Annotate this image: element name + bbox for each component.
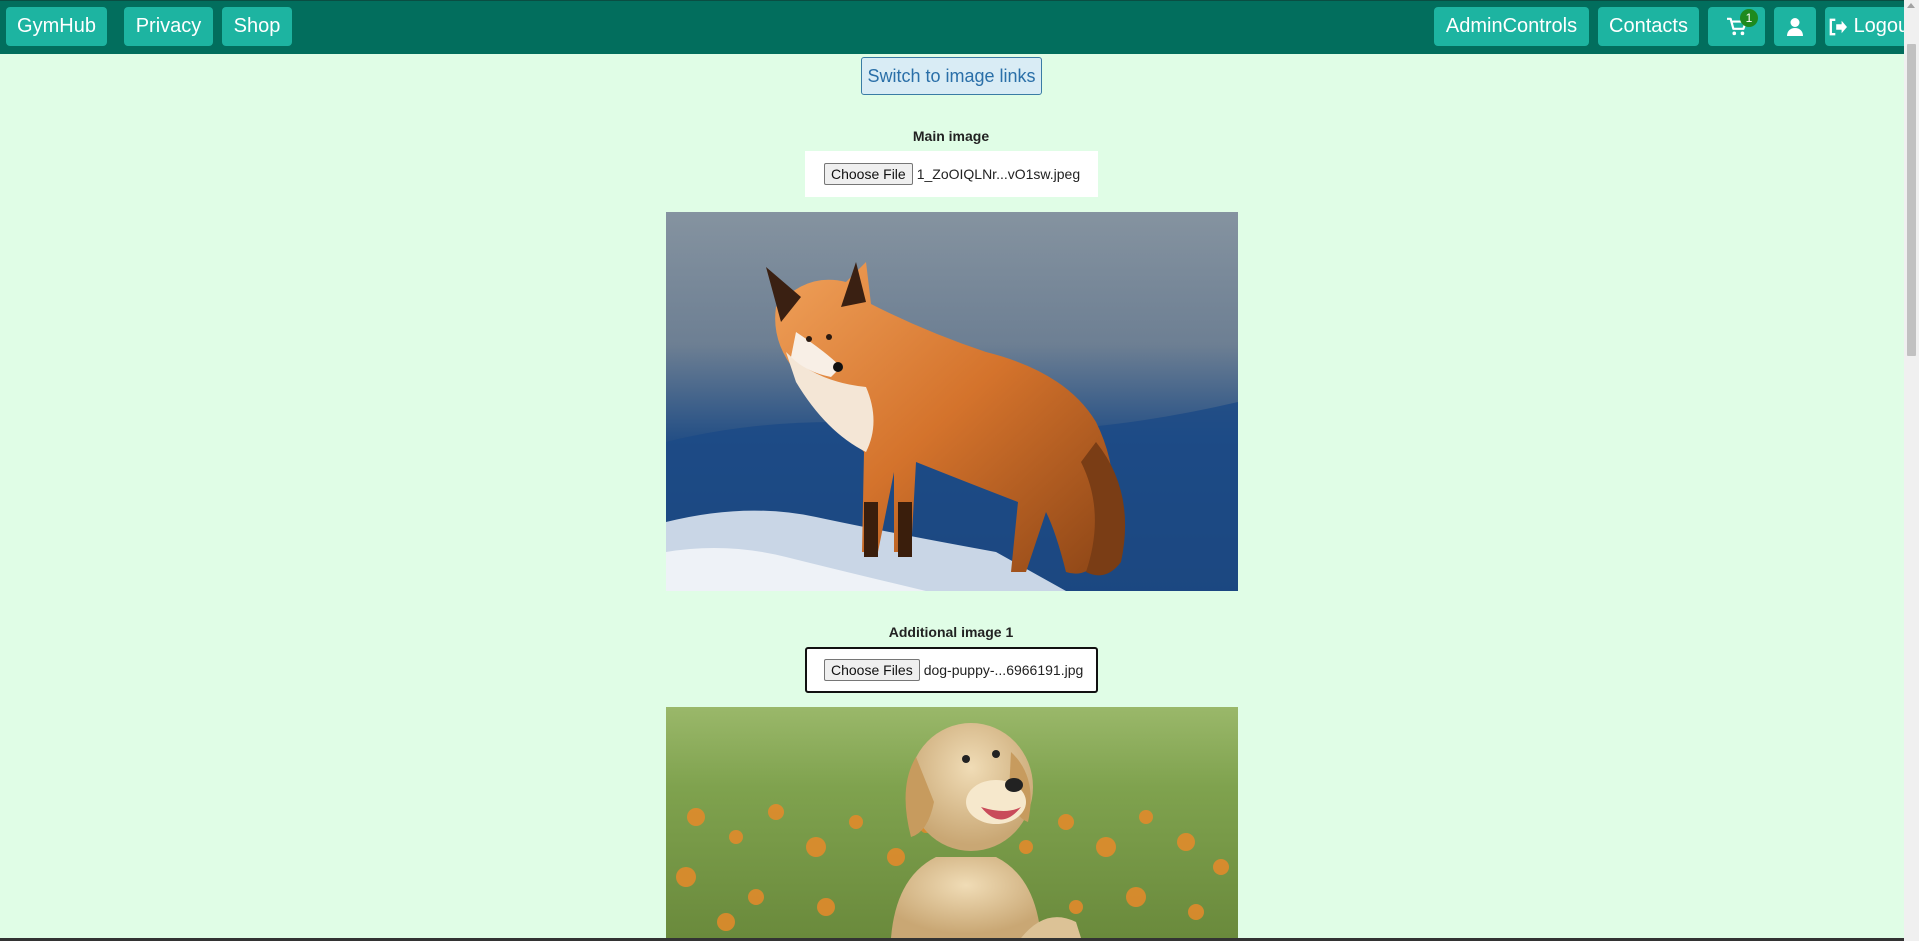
switch-to-image-links-button[interactable]: Switch to image links <box>861 57 1042 95</box>
main-image-preview <box>666 212 1238 591</box>
profile-button[interactable] <box>1774 7 1816 46</box>
logout-button[interactable]: Logout <box>1825 7 1904 46</box>
main-image-choose-file-button[interactable]: Choose File <box>824 163 913 185</box>
additional-image-1-preview <box>666 707 1238 938</box>
brand-button[interactable]: GymHub <box>6 7 107 46</box>
user-icon <box>1786 15 1804 37</box>
additional-image-1-file-name: dog-puppy-...6966191.jpg <box>923 662 1084 678</box>
additional-image-1-label: Additional image 1 <box>888 624 1014 640</box>
logout-icon <box>1828 15 1854 37</box>
nav-shop-button[interactable]: Shop <box>222 7 292 46</box>
scroll-up-arrow-icon[interactable] <box>1907 3 1915 8</box>
cart-button[interactable]: 1 <box>1708 7 1765 46</box>
top-navbar: GymHub Privacy Shop AdminControls Contac… <box>0 0 1904 54</box>
main-image-file-input[interactable]: Choose File 1_ZoOIQLNr...vO1sw.jpeg <box>805 151 1098 197</box>
scrollbar-thumb[interactable] <box>1907 44 1916 356</box>
logout-label: Logout <box>1853 15 1904 37</box>
vertical-scrollbar[interactable] <box>1904 0 1919 941</box>
nav-contacts-button[interactable]: Contacts <box>1598 7 1699 46</box>
nav-privacy-button[interactable]: Privacy <box>124 7 213 46</box>
main-image-label: Main image <box>912 128 990 144</box>
cart-count-badge: 1 <box>1740 9 1758 27</box>
additional-image-1-choose-files-button[interactable]: Choose Files <box>824 659 920 681</box>
main-image-file-name: 1_ZoOIQLNr...vO1sw.jpeg <box>916 166 1081 182</box>
nav-admincontrols-button[interactable]: AdminControls <box>1434 7 1589 46</box>
additional-image-1-file-input[interactable]: Choose Files dog-puppy-...6966191.jpg <box>805 647 1098 693</box>
